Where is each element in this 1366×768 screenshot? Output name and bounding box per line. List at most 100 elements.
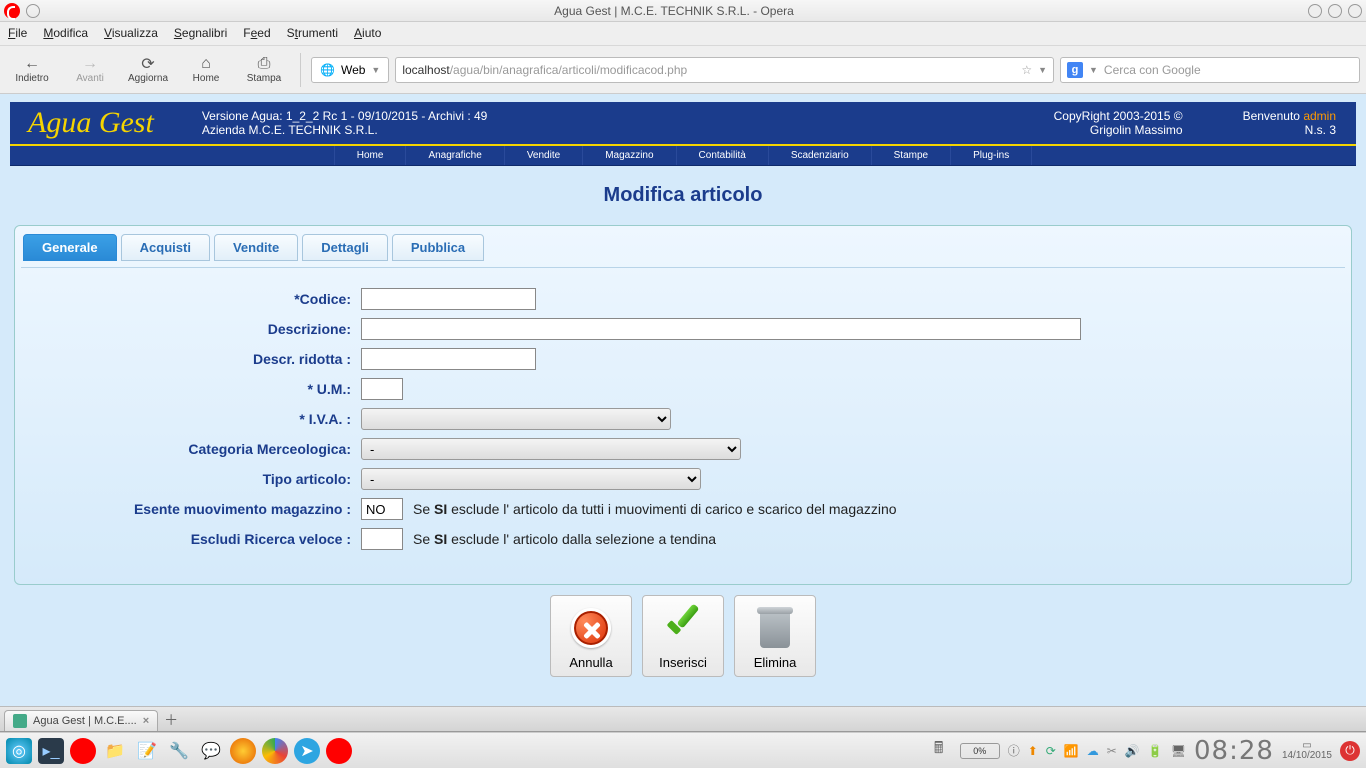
files-icon[interactable]: 📁	[102, 738, 128, 764]
tab-close-icon[interactable]: ×	[143, 715, 149, 727]
codice-input[interactable]	[361, 288, 536, 310]
editor-icon[interactable]: 📝	[134, 738, 160, 764]
calculator-tray-icon[interactable]: 🖩	[926, 738, 952, 764]
esente-hint: Se SI esclude l' articolo da tutti i muo…	[413, 501, 897, 517]
browser-tab-label: Agua Gest | M.C.E....	[33, 715, 137, 727]
terminal-icon[interactable]: ▸_	[38, 738, 64, 764]
search-box[interactable]: g ▼ Cerca con Google	[1060, 57, 1360, 83]
opera-icon[interactable]	[70, 738, 96, 764]
tab-vendite[interactable]: Vendite	[214, 234, 298, 261]
new-tab-button[interactable]: ＋	[162, 711, 180, 729]
tab-strip: Generale Acquisti Vendite Dettagli Pubbl…	[21, 232, 1345, 268]
esente-input[interactable]	[361, 498, 403, 520]
tab-dettagli[interactable]: Dettagli	[302, 234, 388, 261]
azienda-line: Azienda M.C.E. TECHNIK S.R.L.	[202, 123, 488, 137]
battery-indicator[interactable]: 0%	[960, 743, 1000, 759]
forward-button[interactable]: → Avanti	[64, 55, 116, 84]
address-scheme-pill[interactable]: 🌐 Web ▼	[311, 57, 389, 83]
power-tray-icon[interactable]: 🔋	[1148, 744, 1163, 758]
iva-label: * I.V.A. :	[31, 411, 361, 427]
info-tray-icon[interactable]: ⓘ	[1008, 742, 1020, 759]
annulla-button[interactable]: Annulla	[550, 595, 632, 677]
annulla-label: Annulla	[569, 655, 612, 670]
volume-tray-icon[interactable]: 🔊	[1125, 744, 1140, 758]
tab-acquisti[interactable]: Acquisti	[121, 234, 210, 261]
close-window-button[interactable]	[1348, 4, 1362, 18]
maximize-button[interactable]	[1328, 4, 1342, 18]
inserisci-button[interactable]: Inserisci	[642, 595, 724, 677]
home-button[interactable]: ⌂ Home	[180, 55, 232, 84]
check-icon	[661, 606, 705, 650]
address-bar[interactable]: localhost/agua/bin/anagrafica/articoli/m…	[395, 57, 1054, 83]
network-tray-icon[interactable]: ☁	[1087, 744, 1099, 758]
tab-favicon-icon	[13, 714, 27, 728]
menu-modifica[interactable]: Modifica	[43, 26, 88, 41]
um-input[interactable]	[361, 378, 403, 400]
bluetooth-tray-icon[interactable]: ✂	[1107, 744, 1117, 758]
updates-tray-icon[interactable]: ⬆	[1028, 744, 1038, 758]
nav-plugins[interactable]: Plug-ins	[951, 146, 1032, 165]
nav-anagrafiche[interactable]: Anagrafiche	[406, 146, 504, 165]
back-label: Indietro	[15, 73, 48, 84]
menu-file[interactable]: File	[8, 26, 27, 41]
tab-pubblica[interactable]: Pubblica	[392, 234, 484, 261]
menu-aiuto[interactable]: Aiuto	[354, 26, 381, 41]
taskbar-clock[interactable]: 08:28	[1194, 736, 1274, 766]
url-path: /agua/bin/anagrafica/articoli/modificaco…	[450, 63, 687, 77]
browser-menubar: File Modifica Visualizza Segnalibri Feed…	[0, 22, 1366, 46]
firefox-icon[interactable]	[230, 738, 256, 764]
descr-ridotta-input[interactable]	[361, 348, 536, 370]
escludi-input[interactable]	[361, 528, 403, 550]
tools-icon[interactable]: 🔧	[166, 738, 192, 764]
browser-tab-active[interactable]: Agua Gest | M.C.E.... ×	[4, 710, 158, 731]
current-user[interactable]: admin	[1303, 109, 1336, 123]
app-navbar: Home Anagrafiche Vendite Magazzino Conta…	[10, 146, 1356, 166]
tab-generale[interactable]: Generale	[23, 234, 117, 261]
bookmark-star-icon[interactable]: ☆	[1021, 63, 1032, 77]
descrizione-input[interactable]	[361, 318, 1081, 340]
shutdown-icon[interactable]: ⏻	[1340, 741, 1360, 761]
monitor-tray-icon[interactable]: 🖥	[1171, 744, 1186, 758]
form-panel: Generale Acquisti Vendite Dettagli Pubbl…	[14, 225, 1352, 585]
app-version-block: Versione Agua: 1_2_2 Rc 1 - 09/10/2015 -…	[172, 109, 488, 137]
show-desktop-icon[interactable]: ▭	[1302, 741, 1311, 751]
iva-select[interactable]	[361, 408, 671, 430]
sync-tray-icon[interactable]: ⟳	[1046, 744, 1056, 758]
welcome-label: Benvenuto	[1243, 109, 1300, 123]
reload-button[interactable]: ⟳ Aggiorna	[122, 55, 174, 84]
chevron-down-icon[interactable]: ▼	[1089, 65, 1098, 75]
tipo-label: Tipo articolo:	[31, 471, 361, 487]
window-title: Agua Gest | M.C.E. TECHNIK S.R.L. - Oper…	[40, 4, 1308, 18]
minimize-button[interactable]	[1308, 4, 1322, 18]
nav-vendite[interactable]: Vendite	[505, 146, 583, 165]
chromium-icon[interactable]	[262, 738, 288, 764]
nav-contabilita[interactable]: Contabilità	[677, 146, 769, 165]
menu-visualizza[interactable]: Visualizza	[104, 26, 158, 41]
arrow-right-icon: →	[81, 55, 99, 73]
nav-stampe[interactable]: Stampe	[872, 146, 951, 165]
menu-segnalibri[interactable]: Segnalibri	[174, 26, 227, 41]
opera-menu-button[interactable]	[26, 4, 40, 18]
tipo-select[interactable]: -	[361, 468, 701, 490]
telegram-icon[interactable]: ➤	[294, 738, 320, 764]
print-button[interactable]: ⎙ Stampa	[238, 55, 290, 84]
app-logo: Agua Gest	[10, 106, 172, 140]
cancel-icon	[571, 608, 611, 648]
elimina-button[interactable]: Elimina	[734, 595, 816, 677]
globe-icon: 🌐	[320, 63, 335, 77]
opera-task-icon[interactable]	[326, 738, 352, 764]
chat-icon[interactable]: 💬	[198, 738, 224, 764]
author-line: Grigolin Massimo	[1054, 123, 1183, 137]
escludi-label: Escludi Ricerca veloce :	[31, 531, 361, 547]
nav-home[interactable]: Home	[334, 146, 407, 165]
start-menu-icon[interactable]: ◎	[6, 738, 32, 764]
wifi-tray-icon[interactable]: 📶	[1064, 744, 1079, 758]
chevron-down-icon[interactable]: ▼	[1038, 65, 1047, 75]
menu-strumenti[interactable]: Strumenti	[287, 26, 338, 41]
categoria-select[interactable]: -	[361, 438, 741, 460]
nav-scadenziario[interactable]: Scadenziario	[769, 146, 872, 165]
back-button[interactable]: ← Indietro	[6, 55, 58, 84]
menu-feed[interactable]: Feed	[243, 26, 270, 41]
forward-label: Avanti	[76, 73, 104, 84]
nav-magazzino[interactable]: Magazzino	[583, 146, 676, 165]
